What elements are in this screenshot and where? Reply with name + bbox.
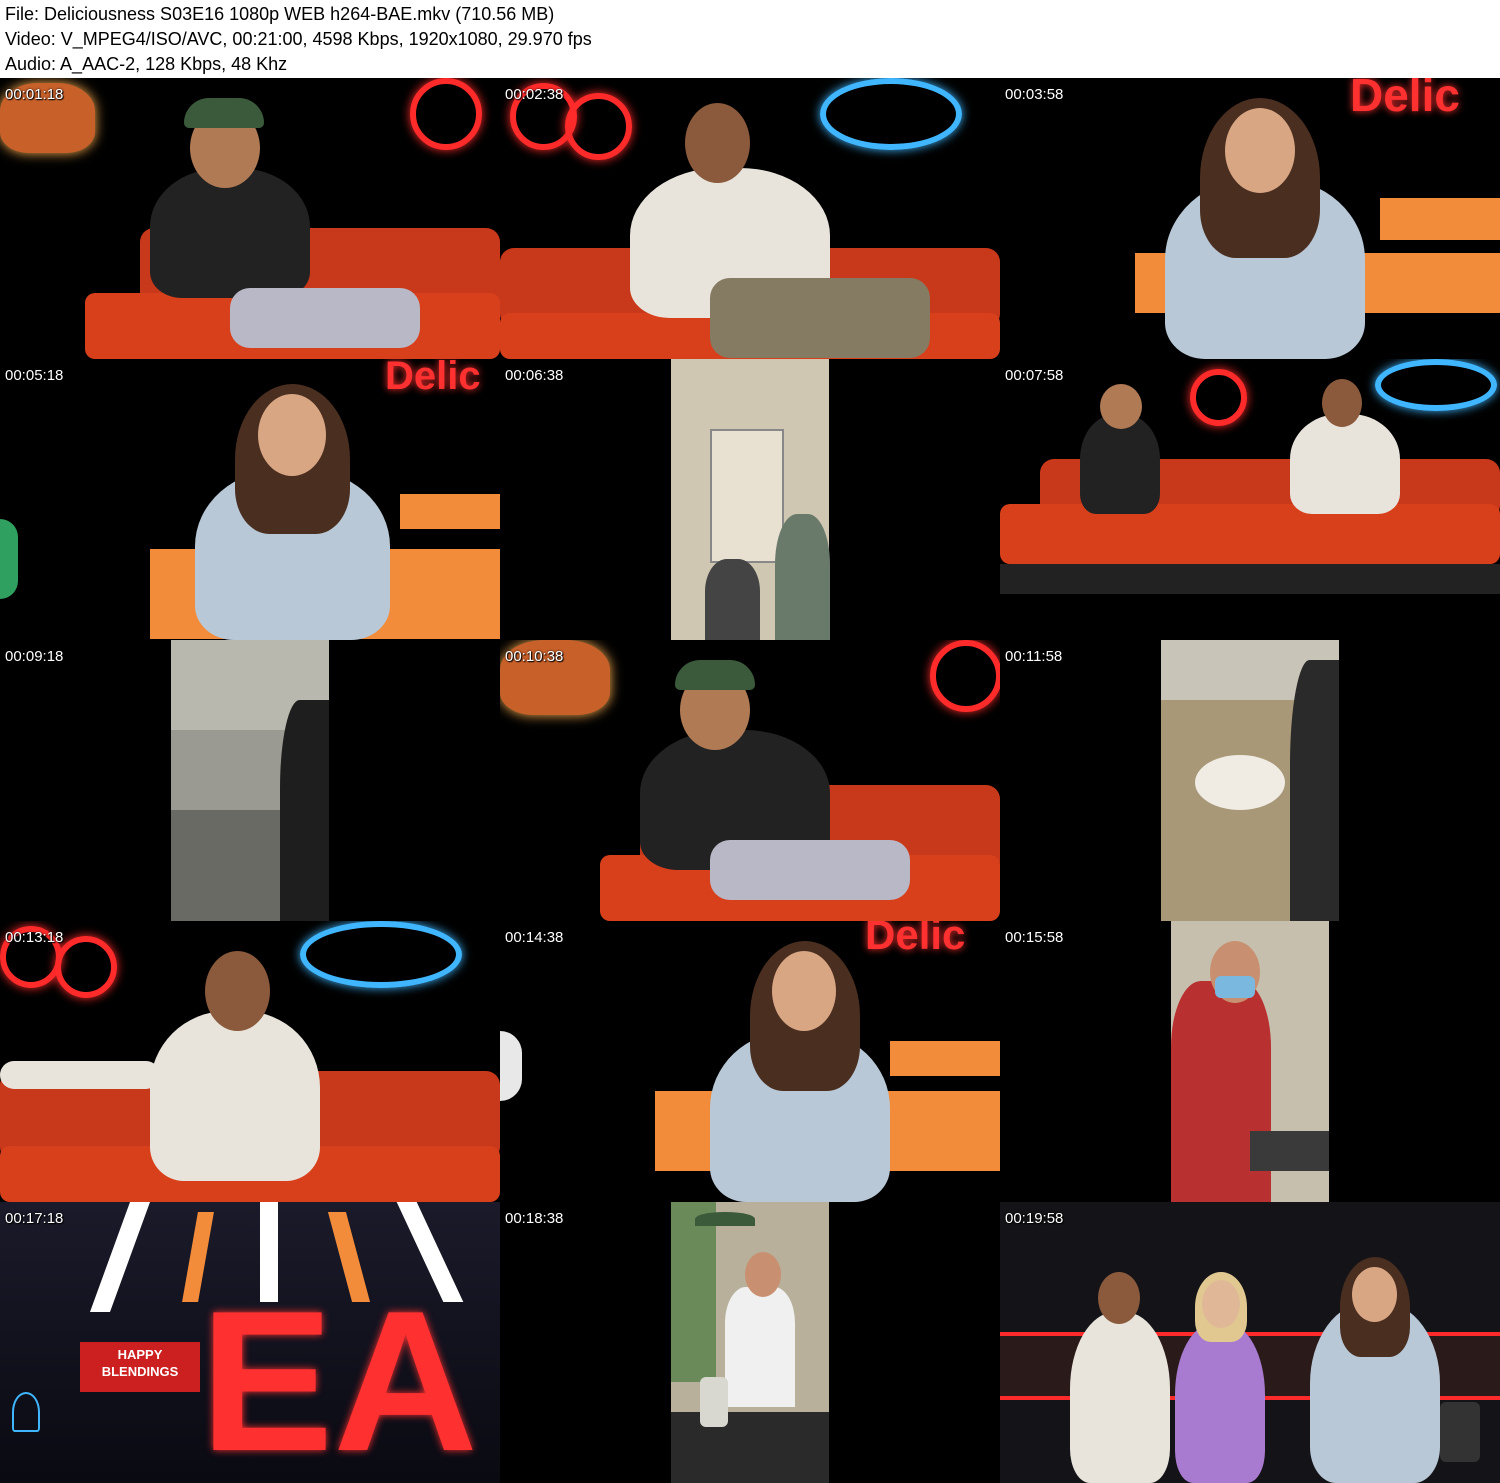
thumbnail-13: HAPPY BLENDINGS EA 00:17:18: [0, 1202, 500, 1483]
orange-light-bar: [890, 1041, 1000, 1076]
person-pants: [710, 840, 910, 900]
delic-sign: Delic: [865, 921, 966, 958]
timestamp: 00:01:18: [5, 86, 64, 103]
thumbnail-7: 00:09:18: [0, 640, 500, 921]
timestamp: 00:19:58: [1005, 1210, 1064, 1227]
counter: [671, 1412, 829, 1483]
timestamp: 00:03:58: [1005, 86, 1064, 103]
orange-light-bar: [1380, 198, 1500, 240]
person-pants: [230, 288, 420, 348]
sink: [1195, 755, 1285, 810]
thumbnail-2: 00:02:38: [500, 78, 1000, 359]
cherry-neon-sign: [55, 936, 117, 998]
timestamp: 00:13:18: [5, 929, 64, 946]
person-head: [1322, 379, 1362, 427]
delic-sign: Delic: [385, 359, 481, 398]
timestamp: 00:06:38: [505, 367, 564, 384]
thumbnail-1: 00:01:18: [0, 78, 500, 359]
video-info-line: Video: V_MPEG4/ISO/AVC, 00:21:00, 4598 K…: [5, 29, 592, 49]
person: [1290, 660, 1339, 921]
ea-neon-letters: EA: [200, 1270, 478, 1483]
person-head: [1225, 108, 1295, 193]
thumbnail-3: Delic 00:03:58: [1000, 78, 1500, 359]
person-arm: [0, 1061, 160, 1089]
thumbnail-6: 00:07:58: [1000, 359, 1500, 640]
coffee-cup-neon-sign: [1375, 359, 1497, 411]
cap: [184, 98, 264, 128]
thumbnail-11: Delic 00:14:38: [500, 921, 1000, 1202]
cherry-neon-sign: [1190, 369, 1247, 426]
timestamp: 00:10:38: [505, 648, 564, 665]
blender: [1440, 1402, 1480, 1462]
person-back: [775, 514, 830, 640]
timestamp: 00:18:38: [505, 1210, 564, 1227]
delic-sign: Delic: [1350, 78, 1460, 121]
cap: [675, 660, 755, 690]
thumbnail-9: 00:11:58: [1000, 640, 1500, 921]
thumbnail-15: 00:19:58: [1000, 1202, 1500, 1483]
person-jacket: [1070, 1312, 1170, 1483]
neon-letter: [0, 519, 18, 599]
blendings-label: BLENDINGS: [101, 1364, 179, 1379]
blender: [700, 1377, 728, 1427]
cherry-neon-sign: [410, 78, 482, 150]
person-head: [205, 951, 270, 1031]
neon-letter: [500, 1031, 522, 1101]
person-jacket: [150, 1011, 320, 1181]
person-head: [772, 951, 836, 1031]
person-head: [1202, 1280, 1240, 1328]
file-info-line: File: Deliciousness S03E16 1080p WEB h26…: [5, 4, 555, 24]
sofa-base: [1000, 564, 1500, 594]
thumbnail-grid: 00:01:18 00:02:38 Delic 00:03:58 Delic 0…: [0, 78, 1500, 1483]
pendant-lamp: [695, 1212, 755, 1226]
person-jacket: [1290, 414, 1400, 514]
stove: [1250, 1131, 1329, 1171]
cherry-neon-sign: [930, 640, 1000, 712]
thumbnail-5: 00:06:38: [500, 359, 1000, 640]
timestamp: 00:17:18: [5, 1210, 64, 1227]
file-info-header: File: Deliciousness S03E16 1080p WEB h26…: [0, 0, 1500, 78]
person-shirt: [725, 1287, 795, 1407]
orange-light-bar: [400, 494, 500, 529]
chef: [280, 700, 329, 921]
sofa: [1000, 504, 1500, 564]
person-head: [1352, 1267, 1397, 1322]
timestamp: 00:15:58: [1005, 929, 1064, 946]
timestamp: 00:14:38: [505, 929, 564, 946]
timestamp: 00:05:18: [5, 367, 64, 384]
cherry-neon-sign: [565, 93, 632, 160]
person-head: [1098, 1272, 1140, 1324]
person-head: [258, 394, 326, 476]
thumbnail-10: 00:13:18: [0, 921, 500, 1202]
timestamp: 00:07:58: [1005, 367, 1064, 384]
happy-label: HAPPY: [117, 1347, 163, 1362]
person-crouching: [705, 559, 760, 640]
ice-cream-neon-icon: [12, 1392, 40, 1432]
thumbnail-14: 00:18:38: [500, 1202, 1000, 1483]
coffee-cup-neon-sign: [820, 78, 962, 150]
grill: [171, 810, 291, 921]
person-head: [1100, 384, 1142, 429]
window-plants: [671, 1202, 716, 1382]
audio-info-line: Audio: A_AAC-2, 128 Kbps, 48 Khz: [5, 54, 288, 74]
coffee-cup-neon-sign: [300, 921, 462, 988]
timestamp: 00:02:38: [505, 86, 564, 103]
person-head: [685, 103, 750, 183]
timestamp: 00:11:58: [1005, 648, 1063, 665]
thumbnail-4: Delic 00:05:18: [0, 359, 500, 640]
fridge: [710, 429, 784, 563]
face-mask: [1215, 976, 1255, 998]
thumbnail-8: 00:10:38: [500, 640, 1000, 921]
timestamp: 00:09:18: [5, 648, 64, 665]
person-purple-jacket: [1175, 1322, 1265, 1483]
person-pants: [710, 278, 930, 358]
person-head: [745, 1252, 781, 1297]
person-hoodie: [1080, 414, 1160, 514]
thumbnail-12: 00:15:58: [1000, 921, 1500, 1202]
